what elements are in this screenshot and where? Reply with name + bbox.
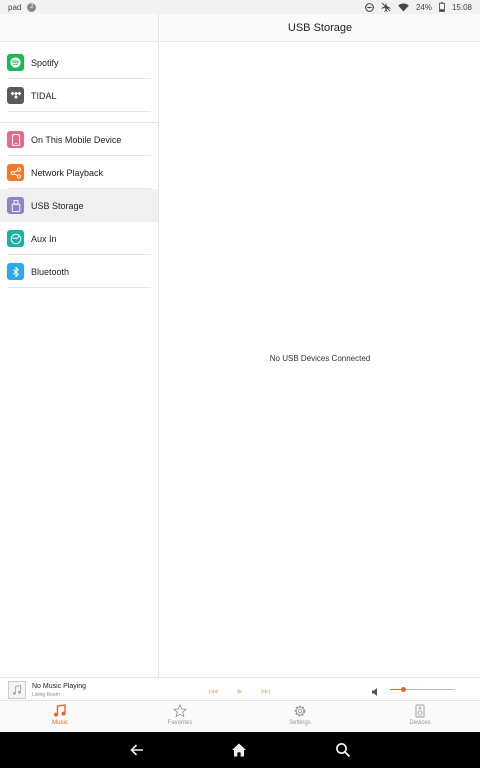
bluetooth-icon	[7, 263, 24, 280]
tab-favorites[interactable]: Favorites	[120, 704, 240, 726]
now-playing-bar[interactable]: No Music Playing Living Room	[0, 677, 480, 701]
wifi-icon	[398, 3, 409, 12]
source-item-spotify[interactable]: Spotify	[0, 46, 158, 79]
tab-settings[interactable]: Settings	[240, 704, 360, 726]
status-bar: pad 2 24% 15:08	[0, 0, 480, 14]
tab-devices[interactable]: Devices	[360, 704, 480, 726]
divider	[8, 111, 151, 112]
previous-track-icon[interactable]	[208, 684, 219, 702]
source-item-usb-storage[interactable]: USB Storage	[0, 189, 158, 222]
source-label: Aux In	[31, 233, 57, 244]
page-title: USB Storage	[160, 14, 480, 42]
volume-slider-handle[interactable]	[401, 687, 406, 692]
source-label: On This Mobile Device	[31, 134, 122, 145]
tab-label: Music	[52, 720, 68, 726]
source-label: TIDAL	[31, 90, 57, 101]
source-label: Spotify	[31, 57, 59, 68]
battery-icon	[439, 2, 445, 12]
tab-music[interactable]: Music	[0, 704, 120, 726]
source-item-aux-in[interactable]: Aux In	[0, 222, 158, 255]
home-icon[interactable]	[231, 742, 247, 763]
music-note-icon	[0, 704, 120, 718]
source-item-network-playback[interactable]: Network Playback	[0, 156, 158, 189]
tab-label: Settings	[289, 720, 311, 726]
next-track-icon[interactable]	[260, 684, 271, 702]
source-item-bluetooth[interactable]: Bluetooth	[0, 255, 158, 288]
empty-state-message: No USB Devices Connected	[269, 354, 371, 363]
gear-icon	[240, 704, 360, 718]
mobile-device-icon	[7, 131, 24, 148]
do-not-disturb-icon	[365, 2, 374, 12]
source-label: Network Playback	[31, 167, 104, 178]
battery-percent: 24%	[415, 2, 432, 12]
tab-label: Favorites	[167, 720, 193, 726]
divider	[8, 287, 151, 288]
now-playing-title: No Music Playing	[32, 683, 87, 690]
tab-bar: Music Favorites Settings Devices	[0, 701, 480, 732]
speaker-icon	[360, 704, 480, 718]
notification-badge: 2	[27, 3, 37, 12]
system-navigation-bar	[0, 732, 480, 768]
volume-icon[interactable]	[371, 684, 381, 702]
back-arrow-icon[interactable]	[129, 742, 145, 763]
play-icon[interactable]	[234, 684, 245, 702]
now-playing-room: Living Room	[32, 692, 60, 698]
local-sources-group: On This Mobile Device Network Playback U…	[0, 122, 158, 288]
source-label: Bluetooth	[31, 266, 70, 277]
aux-icon	[7, 230, 24, 247]
tidal-icon	[7, 87, 24, 104]
source-item-tidal[interactable]: TIDAL	[0, 79, 158, 112]
airplane-mode-icon	[381, 2, 391, 12]
source-list-panel: Spotify TIDAL On This Mobile Device Netw…	[0, 14, 159, 677]
spotify-icon	[7, 54, 24, 71]
tab-label: Devices	[409, 720, 431, 726]
source-item-on-this-mobile-device[interactable]: On This Mobile Device	[0, 123, 158, 156]
share-icon	[7, 164, 24, 181]
album-art-placeholder	[8, 681, 26, 699]
usb-icon	[7, 197, 24, 214]
clock: 15:08	[451, 2, 472, 12]
streaming-sources-group: Spotify TIDAL	[0, 46, 158, 112]
source-list-header	[0, 14, 158, 42]
source-label: USB Storage	[31, 200, 84, 211]
search-icon[interactable]	[335, 742, 351, 763]
carrier-label: pad	[8, 3, 22, 12]
detail-panel: USB Storage No USB Devices Connected	[160, 14, 480, 677]
star-icon	[120, 704, 240, 718]
